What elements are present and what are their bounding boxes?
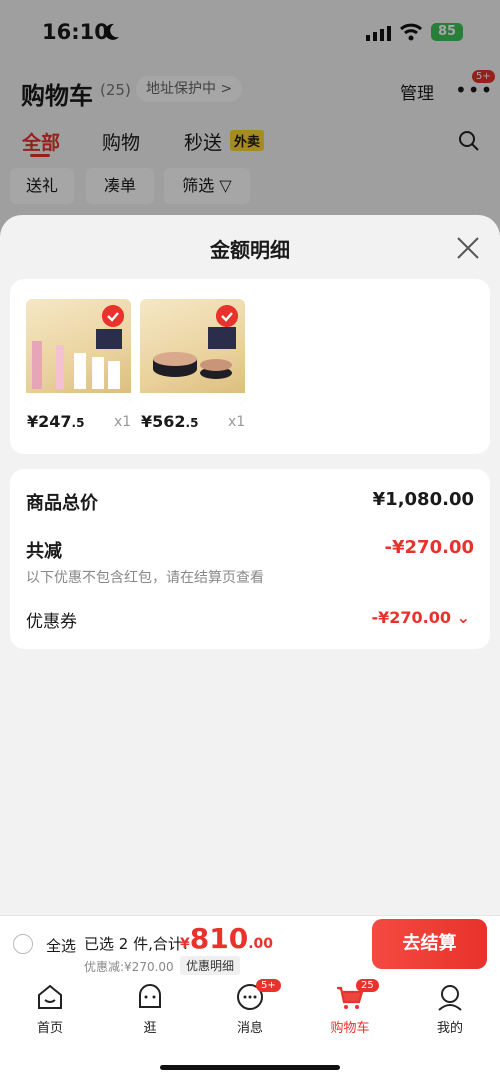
bottom-tab-bar: 首页 逛 5+ 消息 25 购物车 我的 — [0, 977, 500, 1082]
close-icon[interactable] — [455, 235, 481, 261]
checkout-button[interactable]: 去结算 — [372, 919, 487, 969]
browse-icon — [139, 984, 161, 1008]
tab-label: 购物车 — [330, 1021, 370, 1036]
sheet-title: 金额明细 — [210, 238, 290, 262]
select-all-radio[interactable] — [13, 934, 33, 954]
product-quantity: x1 — [114, 414, 132, 430]
products-card: ¥247.5 x1 ¥562.5 x1 — [10, 279, 490, 454]
discount-detail-chip[interactable]: 优惠明细 — [180, 956, 241, 975]
coupon-label[interactable]: 优惠券 — [26, 607, 77, 632]
messages-badge: 5+ — [256, 979, 281, 992]
select-all-label[interactable]: 全选 — [46, 935, 76, 956]
product-image — [26, 299, 131, 404]
tab-label: 消息 — [236, 1021, 263, 1036]
tab-browse[interactable]: 逛 — [110, 981, 190, 1036]
total-price-value: ¥1,080.00 — [372, 489, 474, 510]
total-price-label: 商品总价 — [26, 493, 98, 514]
tab-label: 逛 — [143, 1021, 157, 1036]
price-summary-card: 商品总价 ¥1,080.00 共减 -¥270.00 以下优惠不包含红包，请在结… — [10, 469, 490, 649]
amount-detail-sheet: 金额明细 ¥247.5 x1 ¥562.5 x1 商品总价 ¥1,080.00 … — [0, 215, 500, 915]
checkmark-icon — [216, 305, 238, 327]
tab-cart[interactable]: 25 购物车 — [310, 979, 390, 1036]
tab-mine[interactable]: 我的 — [410, 981, 490, 1036]
discount-amount: 优惠减:¥270.00 — [84, 960, 174, 974]
total-amount: ¥810.00 — [180, 922, 274, 955]
checkmark-icon — [102, 305, 124, 327]
product-price: ¥562.5 — [141, 412, 199, 431]
product-image — [140, 299, 245, 404]
cart-badge: 25 — [356, 979, 379, 992]
checkout-bar: 全选 已选 2 件,合计: ¥810.00 优惠减:¥270.00 优惠明细 去… — [0, 915, 500, 977]
profile-icon — [438, 985, 462, 1011]
home-icon — [38, 984, 62, 1009]
reduction-value: -¥270.00 — [384, 537, 474, 558]
tab-label: 我的 — [436, 1021, 463, 1036]
selected-summary: 已选 2 件,合计: — [84, 935, 188, 953]
tab-home[interactable]: 首页 — [10, 981, 90, 1036]
product-quantity: x1 — [228, 414, 246, 430]
tab-label: 首页 — [36, 1021, 63, 1036]
product-price: ¥247.5 — [27, 412, 85, 431]
home-indicator — [160, 1065, 340, 1070]
coupon-value[interactable]: -¥270.00 ⌄ — [372, 608, 471, 627]
discount-hint: 以下优惠不包含红包，请在结算页查看 — [26, 570, 264, 586]
tab-messages[interactable]: 5+ 消息 — [210, 979, 290, 1036]
reduction-label: 共减 — [26, 541, 62, 562]
